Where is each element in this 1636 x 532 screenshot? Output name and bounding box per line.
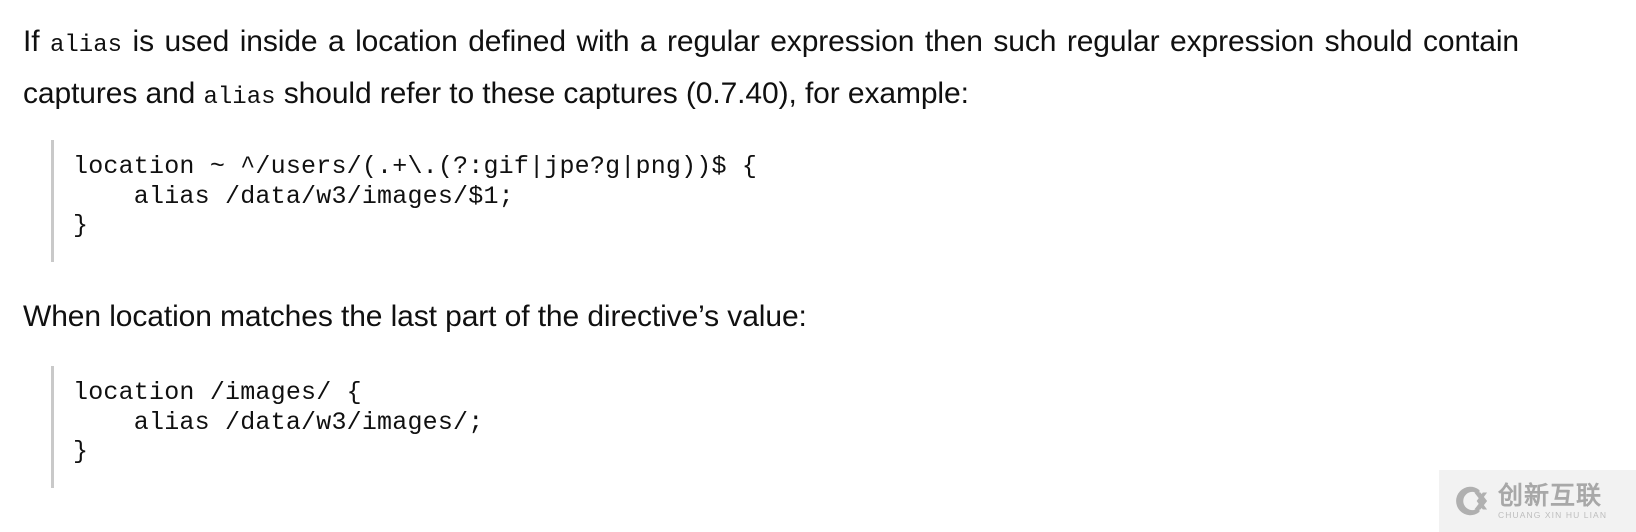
paragraph-alias-regex: If alias is used inside a location defin… [23,18,1519,122]
code-block-1-line-2: alias /data/w3/images/$1; [73,181,514,211]
cx-circle-logo-icon [1451,482,1489,520]
inline-code-alias-1: alias [50,32,123,59]
code-block-2-line-2: alias /data/w3/images/; [73,407,484,437]
code-block-prefix-location: location /images/ { alias /data/w3/image… [51,366,691,488]
paragraph-1-segment-4: should refer to these captures (0.7.40),… [275,77,969,110]
code-block-1-line-3: } [73,211,89,240]
code-block-1-content: location ~ ^/users/(.+\.(?:gif|jpe?g|png… [73,140,951,241]
watermark-banner: 创新互联 CHUANG XIN HU LIAN [1439,470,1636,532]
watermark-chinese-label: 创新互联 [1498,480,1603,510]
code-block-2-content: location /images/ { alias /data/w3/image… [73,366,691,467]
paragraph-1-segment-2: is used inside a location defined with a… [122,25,1423,58]
code-block-regex-location: location ~ ^/users/(.+\.(?:gif|jpe?g|png… [51,140,951,262]
watermark-pinyin-label: CHUANG XIN HU LIAN [1498,509,1608,520]
watermark-text-group: 创新互联 CHUANG XIN HU LIAN [1498,483,1607,520]
document-body: If alias is used inside a location defin… [0,0,1636,532]
paragraph-2-text: When location matches the last part of t… [23,300,807,333]
code-block-1-line-1: location ~ ^/users/(.+\.(?:gif|jpe?g|png… [73,152,758,181]
code-block-2-line-1: location /images/ { [73,378,362,407]
paragraph-1-segment-1: If [23,25,50,58]
paragraph-location-last-part: When location matches the last part of t… [23,293,1519,341]
code-block-2-line-3: } [73,437,89,466]
inline-code-alias-2: alias [203,84,276,111]
